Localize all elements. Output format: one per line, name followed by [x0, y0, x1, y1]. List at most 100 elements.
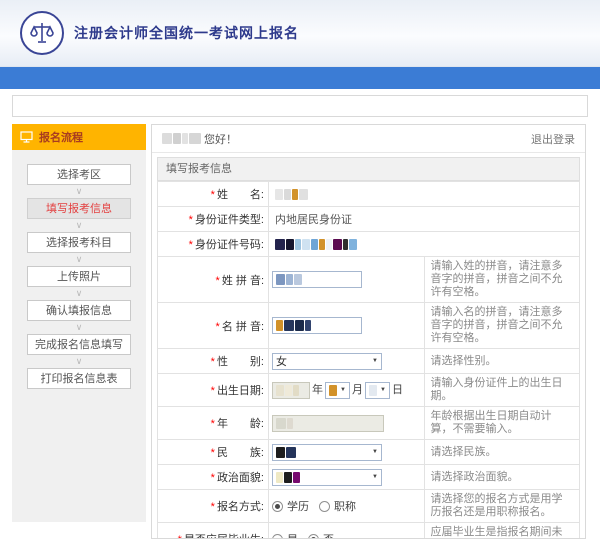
sidebar-step-3[interactable]: 选择报考科目 — [27, 232, 131, 253]
redaction-block — [293, 385, 299, 396]
form-row-age: *年 龄:年龄根据出生日期自动计算，不需要输入。 — [158, 407, 580, 440]
field-hint-gender: 请选择性别。 — [424, 349, 580, 374]
required-asterisk: * — [211, 472, 215, 484]
fresh-graduate-radio-1[interactable] — [272, 534, 283, 539]
form-row-gender: *性 别:女▼ 请选择性别。 — [158, 349, 580, 374]
sidebar-step-5[interactable]: 确认填报信息 — [27, 300, 131, 321]
field-label-gender: *性 别: — [158, 349, 269, 374]
field-control-political-status: ▼ — [269, 465, 425, 490]
redaction-block — [276, 385, 284, 396]
redaction-block — [333, 239, 342, 250]
main-panel: 您好！ 退出登录 填写报考信息 *姓 名:*身份证件类型:内地居民身份证*身份证… — [151, 124, 586, 539]
form-row-registration-method: *报名方式:学历职称请选择您的报名方式是用学历报名还是用职称报名。 — [158, 490, 580, 523]
field-label-givenname-pinyin: *名 拼 音: — [158, 303, 269, 349]
field-value-id-number — [269, 232, 580, 257]
site-header: 注册会计师全国统一考试网上报名 — [0, 0, 600, 67]
required-asterisk: * — [216, 321, 220, 333]
redacted-value — [276, 385, 299, 396]
form-row-id-type: *身份证件类型:内地居民身份证 — [158, 207, 580, 232]
redaction-block — [275, 189, 283, 200]
chevron-down-icon: ∨ — [27, 287, 131, 300]
surname-pinyin-input[interactable] — [272, 271, 362, 288]
redaction-block — [286, 239, 294, 250]
registration-method-radio-2[interactable] — [319, 501, 330, 512]
redaction-block — [276, 274, 285, 285]
form-row-id-number: *身份证件号码: — [158, 232, 580, 257]
ethnicity-select[interactable]: ▼ — [272, 444, 382, 461]
redaction-block — [162, 133, 172, 144]
registration-method-radio-label-2: 职称 — [334, 501, 356, 513]
sidebar-step-7[interactable]: 打印报名信息表 — [27, 368, 131, 389]
fresh-graduate-radio-label-2: 否 — [323, 534, 334, 539]
redaction-block — [319, 239, 325, 250]
redaction-block — [285, 385, 292, 396]
chevron-down-icon: ∨ — [27, 355, 131, 368]
greeting-text: 您好！ — [204, 131, 237, 147]
required-asterisk: * — [211, 501, 215, 513]
redacted-value — [276, 274, 302, 285]
sidebar-title: 报名流程 — [39, 129, 83, 145]
form-row-ethnicity: *民 族:▼请选择民族。 — [158, 440, 580, 465]
redaction-block — [343, 239, 348, 250]
user-name-redacted — [162, 133, 201, 144]
sidebar-step-2[interactable]: 填写报考信息 — [27, 198, 131, 219]
cicpa-logo-emblem — [20, 11, 64, 55]
birthdate-day-select[interactable]: ▼ — [365, 382, 390, 399]
redaction-block — [286, 274, 293, 285]
redaction-block — [275, 239, 285, 250]
registration-method-radio-1[interactable] — [272, 501, 283, 512]
required-asterisk: * — [211, 447, 215, 459]
field-label-age: *年 龄: — [158, 407, 269, 440]
redaction-block — [293, 472, 300, 483]
redaction-block — [284, 320, 294, 331]
field-control-birthdate: 年▼月▼日 — [269, 374, 425, 407]
field-label-name: *姓 名: — [158, 182, 269, 207]
empty-menu-bar — [12, 95, 588, 117]
name-redacted — [275, 189, 308, 200]
birthdate-year-input[interactable] — [272, 382, 310, 399]
form-row-fresh-graduate: *是否应届毕业生:是否应届毕业生是指报名期间未获得毕业证书的考生。 — [158, 523, 580, 539]
form-row-surname-pinyin: *姓 拼 音:请输入姓的拼音，请注意多音字的拼音，拼音之间不允许有空格。 — [158, 257, 580, 303]
required-asterisk: * — [178, 534, 182, 539]
field-hint-political-status: 请选择政治面貌。 — [424, 465, 580, 490]
required-asterisk: * — [211, 189, 215, 201]
logout-link[interactable]: 退出登录 — [531, 131, 575, 147]
fresh-graduate-radio-2[interactable] — [308, 534, 319, 539]
field-control-surname-pinyin — [269, 257, 425, 303]
gender-select[interactable]: 女▼ — [272, 353, 382, 370]
redaction-block — [189, 133, 201, 144]
form-row-political-status: *政治面貌:▼ 请选择政治面貌。 — [158, 465, 580, 490]
monitor-icon — [20, 131, 33, 143]
scales-icon — [29, 20, 55, 46]
birthdate-month-select[interactable]: ▼ — [325, 382, 350, 399]
redaction-block — [286, 447, 296, 458]
field-value-name — [269, 182, 580, 207]
redacted-value — [369, 385, 377, 396]
step-list: 选择考区∨填写报考信息∨选择报考科目∨上传照片∨确认填报信息∨完成报名信息填写∨… — [12, 150, 146, 389]
givenname-pinyin-input[interactable] — [272, 317, 362, 334]
sidebar-step-1[interactable]: 选择考区 — [27, 164, 131, 185]
required-asterisk: * — [211, 356, 215, 368]
sidebar-step-4[interactable]: 上传照片 — [27, 266, 131, 287]
redacted-value — [276, 320, 311, 331]
unit-label: 年 — [312, 384, 323, 396]
redaction-block — [276, 447, 285, 458]
registration-method-radio-label-1: 学历 — [287, 501, 309, 513]
unit-label: 月 — [352, 384, 363, 396]
field-label-id-type: *身份证件类型: — [158, 207, 269, 232]
site-title: 注册会计师全国统一考试网上报名 — [74, 23, 299, 43]
required-asterisk: * — [216, 275, 220, 287]
field-hint-surname-pinyin: 请输入姓的拼音，请注意多音字的拼音，拼音之间不允许有空格。 — [424, 257, 580, 303]
sidebar-step-6[interactable]: 完成报名信息填写 — [27, 334, 131, 355]
chevron-down-icon: ∨ — [27, 219, 131, 232]
redaction-block — [173, 133, 181, 144]
age-input[interactable] — [272, 415, 384, 432]
field-hint-givenname-pinyin: 请输入名的拼音，请注意多音字的拼音，拼音之间不允许有空格。 — [424, 303, 580, 349]
political-status-select[interactable]: ▼ — [272, 469, 382, 486]
field-hint-ethnicity: 请选择民族。 — [424, 440, 580, 465]
form-container: 填写报考信息 *姓 名:*身份证件类型:内地居民身份证*身份证件号码:*姓 拼 … — [157, 157, 580, 539]
field-label-political-status: *政治面貌: — [158, 465, 269, 490]
dropdown-arrow-icon: ▼ — [372, 449, 378, 455]
form-row-birthdate: *出生日期:年▼月▼日请输入身份证件上的出生日期。 — [158, 374, 580, 407]
field-control-fresh-graduate: 是否 — [269, 523, 425, 539]
